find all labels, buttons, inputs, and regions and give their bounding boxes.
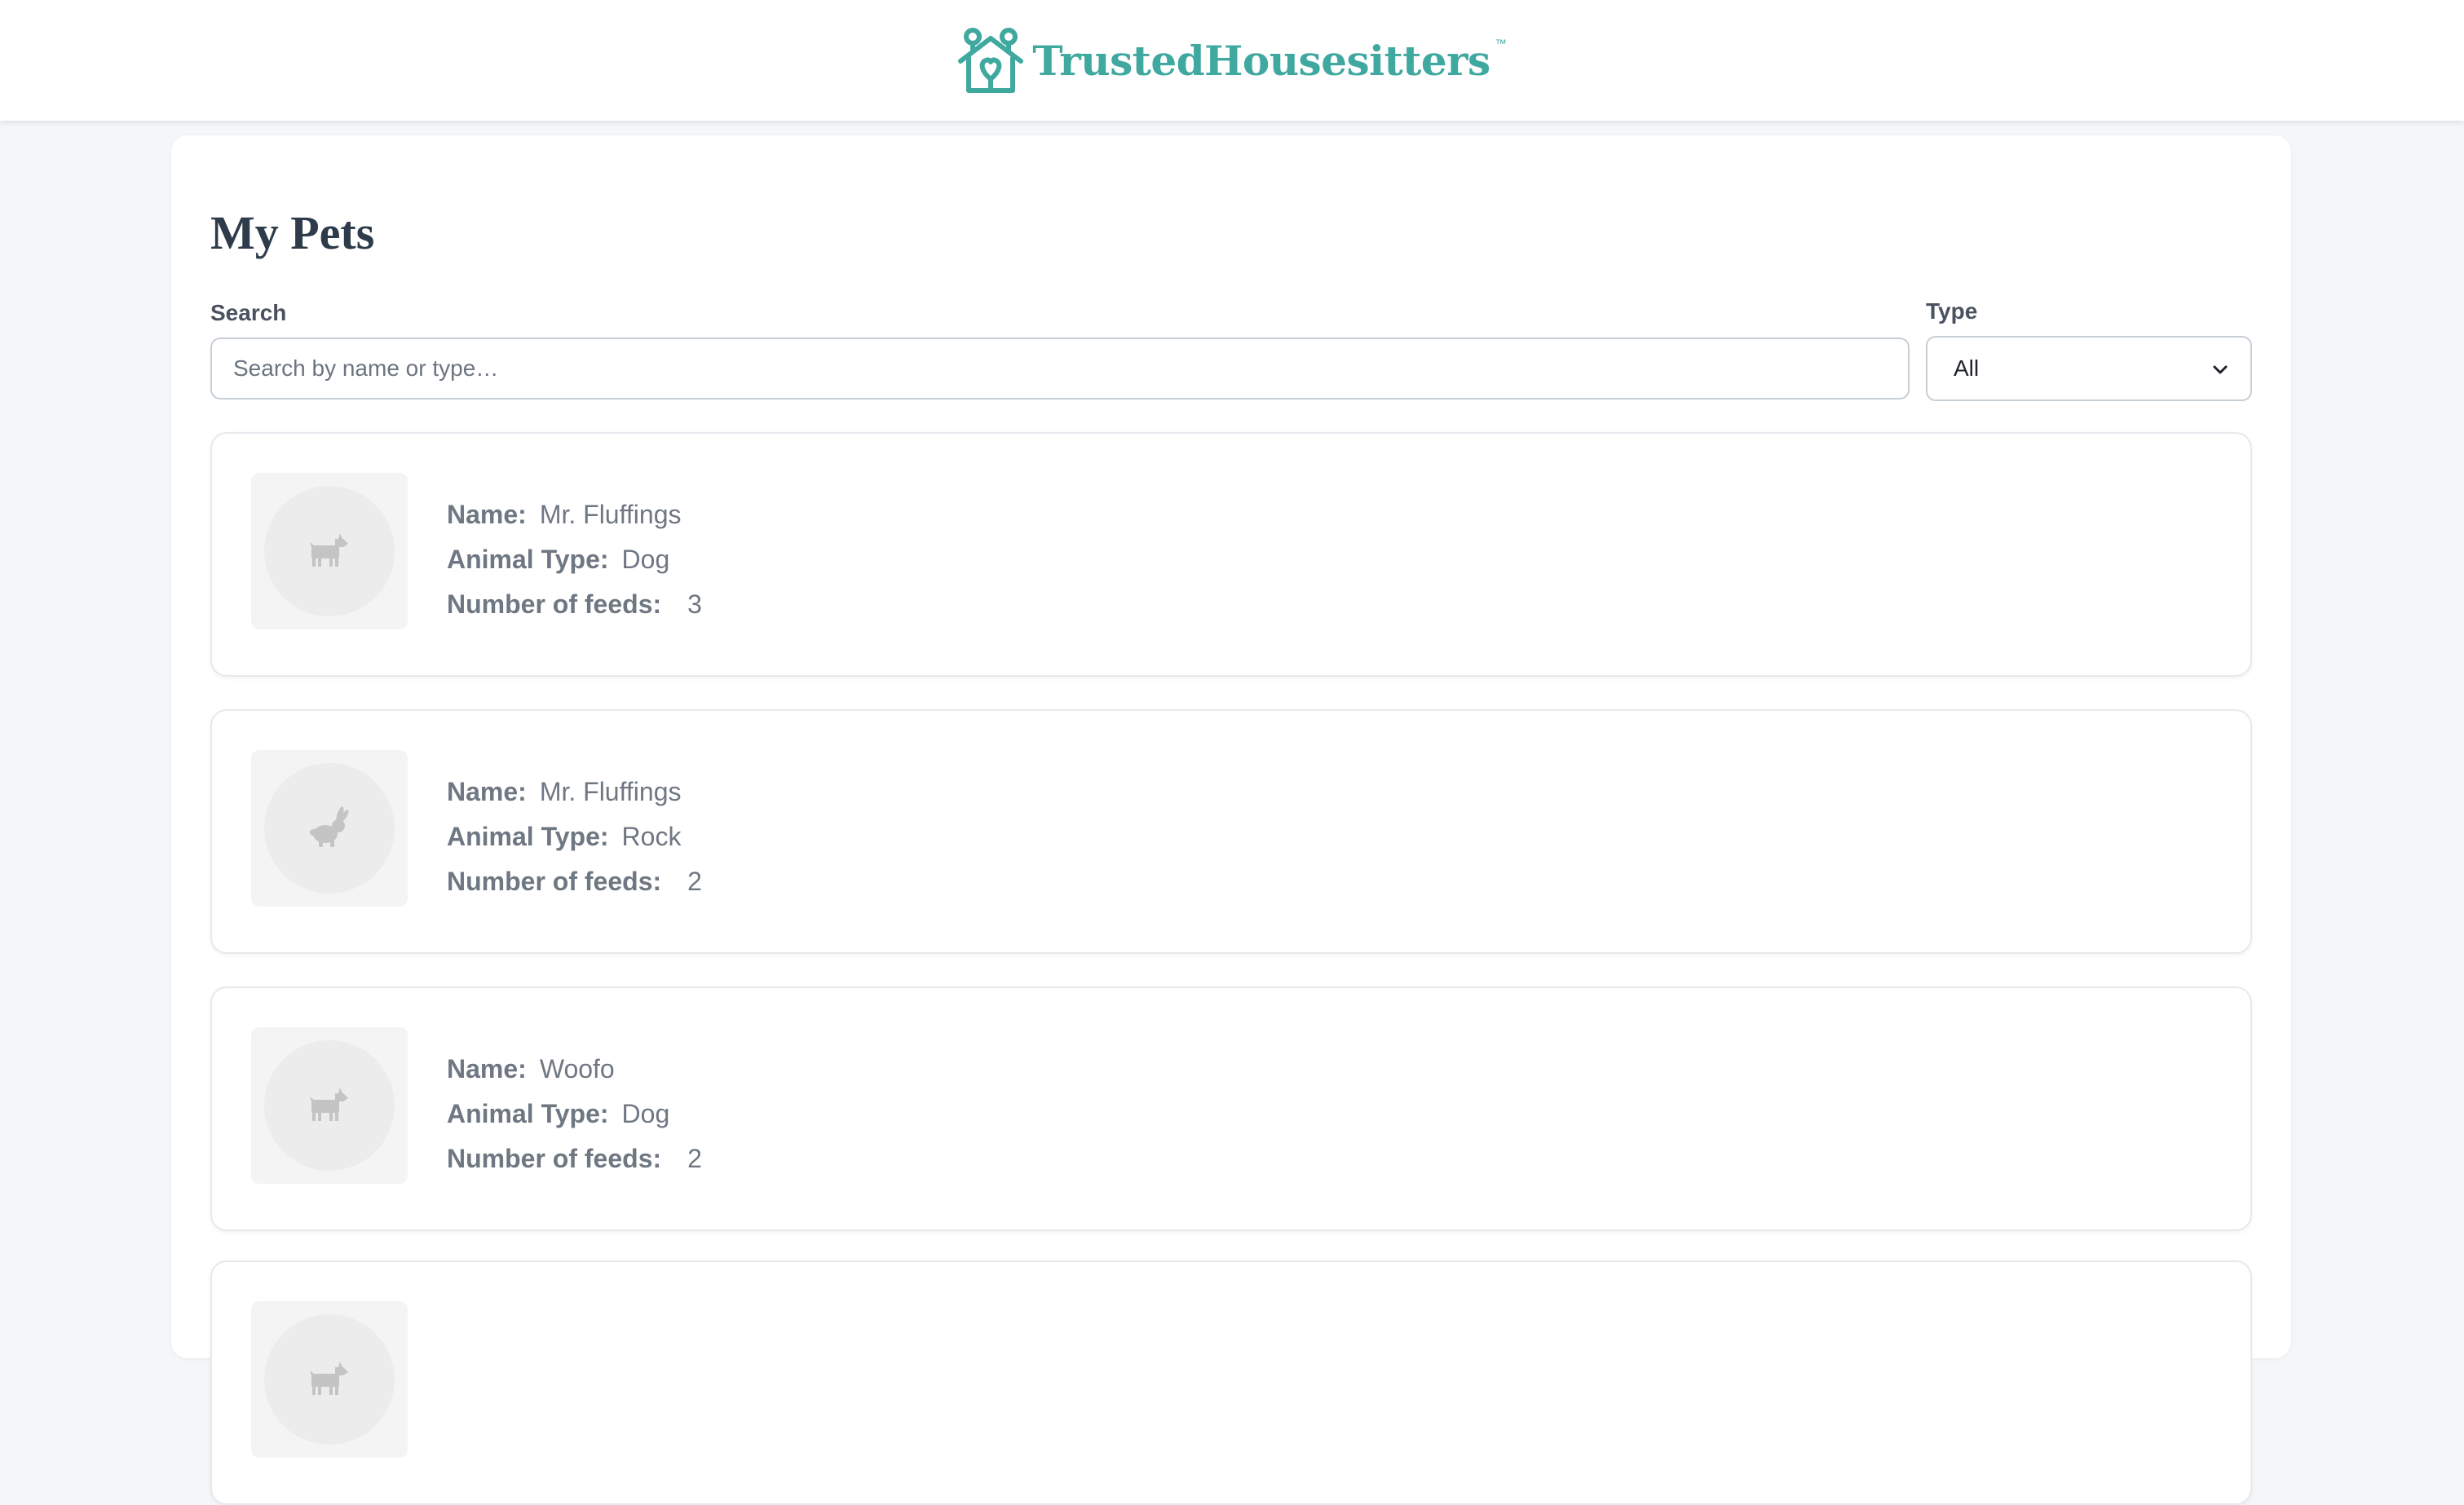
search-label: Search	[210, 300, 287, 325]
search-input[interactable]	[210, 338, 1910, 399]
pet-feeds-label: Number of feeds:	[447, 1144, 662, 1173]
pet-type: Dog	[621, 1099, 670, 1128]
pet-avatar	[251, 1027, 408, 1184]
dog-icon	[310, 1362, 348, 1395]
pet-name-label: Name:	[447, 500, 527, 529]
pet-name-label: Name:	[447, 1054, 527, 1084]
page-title: My Pets	[210, 206, 375, 259]
type-label: Type	[1926, 298, 1978, 324]
pet-feeds: 2	[687, 867, 702, 896]
trademark-symbol: ™	[1495, 37, 1507, 50]
pet-type-label: Animal Type:	[447, 1099, 609, 1128]
pet-name-label: Name:	[447, 777, 527, 806]
site-header: TrustedHousesitters ™	[0, 0, 2464, 121]
pet-name: Woofo	[539, 1054, 615, 1084]
pet-feeds: 3	[687, 589, 702, 619]
pet-avatar	[251, 473, 408, 629]
pet-details: Name: Woofo Animal Type: Dog Number of f…	[447, 1047, 702, 1181]
brand-name: TrustedHousesitters	[1032, 36, 1490, 85]
pet-type: Rock	[621, 822, 682, 851]
pet-avatar	[251, 1301, 408, 1458]
pet-type-label: Animal Type:	[447, 822, 609, 851]
pet-type-label: Animal Type:	[447, 545, 609, 574]
pet-avatar	[251, 750, 408, 907]
brand-logo[interactable]: TrustedHousesitters ™	[957, 25, 1507, 95]
type-select[interactable]: All	[1926, 336, 2252, 401]
pet-card[interactable]: Name: Mr. Fluffings Animal Type: Rock Nu…	[210, 709, 2252, 954]
pet-details: Name: Mr. Fluffings Animal Type: Dog Num…	[447, 492, 702, 627]
rabbit-icon	[310, 806, 349, 847]
dog-icon	[310, 533, 348, 567]
house-heart-logo-icon	[958, 28, 1024, 93]
pet-feeds: 2	[687, 1144, 702, 1173]
pet-feeds-label: Number of feeds:	[447, 867, 662, 896]
pets-panel: My Pets Search Type All	[171, 135, 2291, 1505]
pet-name: Mr. Fluffings	[539, 500, 682, 529]
pet-card[interactable]: Name: Woofo Animal Type: Dog Number of f…	[210, 986, 2252, 1231]
pet-type: Dog	[621, 545, 670, 574]
pet-name: Mr. Fluffings	[539, 777, 682, 806]
type-select-value: All	[1954, 355, 1980, 381]
pet-card[interactable]	[210, 1260, 2252, 1505]
pet-card[interactable]: Name: Mr. Fluffings Animal Type: Dog Num…	[210, 432, 2252, 677]
pet-details: Name: Mr. Fluffings Animal Type: Rock Nu…	[447, 770, 702, 904]
pet-feeds-label: Number of feeds:	[447, 589, 662, 619]
chevron-down-icon	[2213, 365, 2228, 374]
dog-icon	[310, 1088, 348, 1121]
